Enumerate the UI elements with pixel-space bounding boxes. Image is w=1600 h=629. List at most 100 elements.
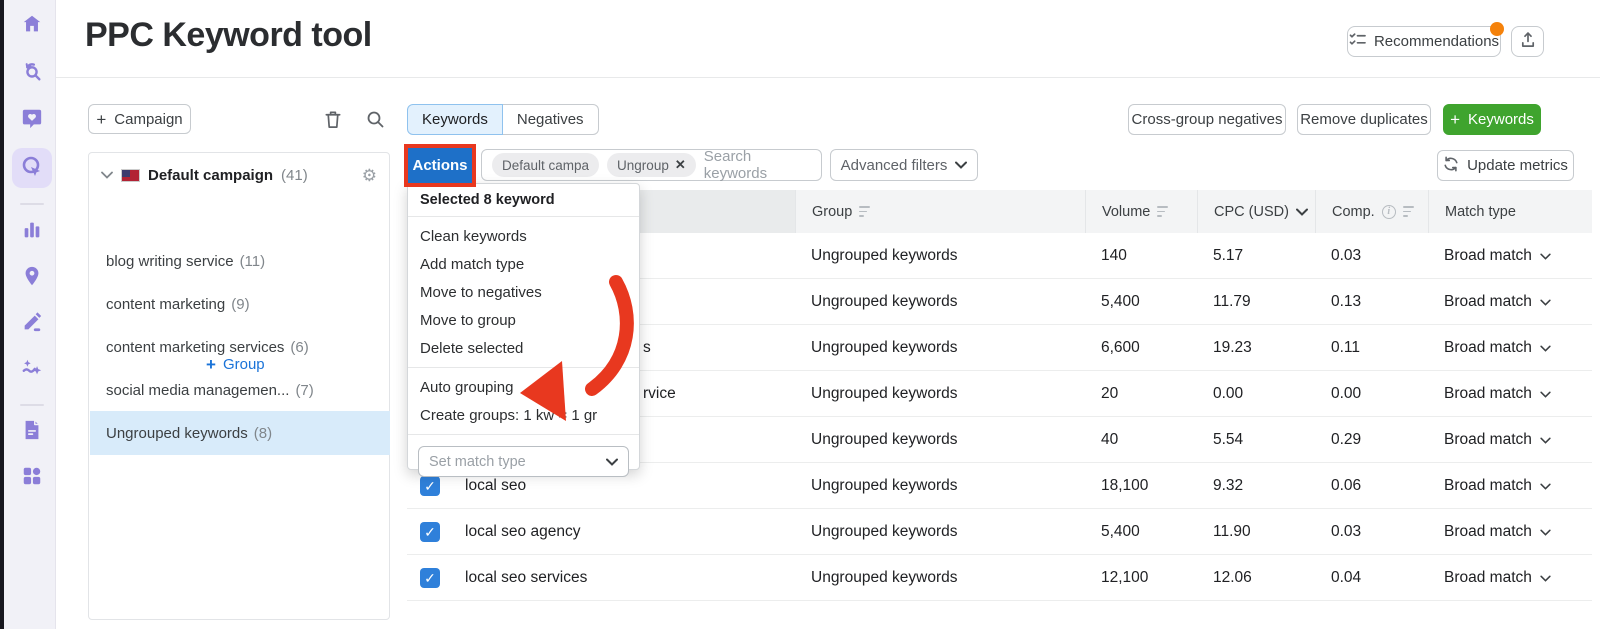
match-type-dropdown[interactable]: Broad match bbox=[1428, 339, 1592, 357]
search-placeholder: Search keywords bbox=[703, 148, 768, 182]
sidebar-divider bbox=[20, 203, 44, 205]
cross-group-negatives-button[interactable]: Cross-group negatives bbox=[1128, 104, 1286, 135]
comp-cell: 0.03 bbox=[1331, 523, 1362, 540]
set-match-type-select[interactable]: Set match type bbox=[418, 446, 629, 477]
add-keywords-label: Keywords bbox=[1468, 111, 1534, 128]
sidebar-divider bbox=[20, 404, 44, 406]
gear-icon[interactable]: ⚙ bbox=[362, 167, 377, 184]
menu-item-create-groups[interactable]: Create groups: 1 kw = 1 gr bbox=[408, 401, 639, 429]
sort-icon[interactable] bbox=[859, 206, 871, 217]
chip-label: Default campa bbox=[502, 157, 590, 173]
column-header-comp[interactable]: Comp. i bbox=[1315, 190, 1428, 233]
search-icon[interactable] bbox=[366, 110, 384, 133]
trash-icon[interactable] bbox=[324, 110, 342, 134]
map-pin-icon bbox=[21, 265, 43, 292]
menu-item-delete-selected[interactable]: Delete selected bbox=[408, 334, 639, 362]
chevron-down-icon[interactable] bbox=[1295, 208, 1308, 216]
remove-chip-icon[interactable]: ✕ bbox=[675, 157, 686, 173]
sort-icon[interactable] bbox=[1157, 206, 1169, 217]
chevron-down-icon bbox=[1540, 253, 1551, 260]
column-header-cpc[interactable]: CPC (USD) bbox=[1197, 190, 1315, 233]
comp-cell: 0.00 bbox=[1331, 385, 1362, 402]
home-icon bbox=[21, 13, 43, 40]
menu-item-auto-grouping[interactable]: Auto grouping bbox=[408, 373, 639, 401]
sidebar-item-apps[interactable] bbox=[12, 458, 52, 498]
sidebar-item-content-editor[interactable] bbox=[12, 304, 52, 344]
cpc-cell: 0.00 bbox=[1213, 385, 1244, 402]
actions-dropdown-menu: Selected 8 keyword Clean keywords Add ma… bbox=[407, 183, 640, 477]
group-item-social-media-management[interactable]: social media managemen... (7) bbox=[90, 368, 390, 412]
match-type-label: Broad match bbox=[1444, 385, 1532, 402]
group-item-blog-writing-service[interactable]: blog writing service (11) bbox=[90, 239, 390, 283]
column-header-match-type[interactable]: Match type bbox=[1428, 190, 1592, 233]
match-type-dropdown[interactable]: Broad match bbox=[1428, 523, 1592, 541]
select-placeholder: Set match type bbox=[429, 453, 526, 470]
keyword-search-input[interactable]: Default campa Ungroup ✕ Search keywords bbox=[481, 148, 822, 182]
match-type-dropdown[interactable]: Broad match bbox=[1428, 385, 1592, 403]
chevron-down-icon bbox=[955, 161, 968, 169]
recommendations-label: Recommendations bbox=[1373, 33, 1500, 50]
bar-chart-icon bbox=[21, 219, 43, 246]
campaign-tree-header[interactable]: Default campaign (41) ⚙ bbox=[89, 153, 389, 197]
sort-icon[interactable] bbox=[1402, 206, 1414, 217]
group-name: content marketing services bbox=[106, 338, 285, 356]
row-checkbox-checked[interactable]: ✓ bbox=[420, 522, 440, 542]
group-count: (7) bbox=[295, 381, 314, 399]
menu-item-move-to-group[interactable]: Move to group bbox=[408, 306, 639, 334]
tab-keywords[interactable]: Keywords bbox=[407, 104, 503, 135]
menu-item-add-match-type[interactable]: Add match type bbox=[408, 250, 639, 278]
match-type-label: Broad match bbox=[1444, 339, 1532, 356]
menu-item-clean-keywords[interactable]: Clean keywords bbox=[408, 222, 639, 250]
update-metrics-button[interactable]: Update metrics bbox=[1437, 150, 1574, 181]
volume-cell: 5,400 bbox=[1101, 523, 1140, 540]
remove-duplicates-button[interactable]: Remove duplicates bbox=[1297, 104, 1431, 135]
column-header-volume[interactable]: Volume bbox=[1085, 190, 1197, 233]
sidebar-item-insights[interactable] bbox=[12, 350, 52, 390]
row-checkbox-checked[interactable]: ✓ bbox=[420, 568, 440, 588]
column-header-group[interactable]: Group bbox=[795, 190, 1085, 233]
sidebar-item-home[interactable] bbox=[12, 6, 52, 46]
advanced-filters-dropdown[interactable]: Advanced filters bbox=[830, 149, 978, 181]
match-type-label: Broad match bbox=[1444, 247, 1532, 264]
volume-cell: 6,600 bbox=[1101, 339, 1140, 356]
menu-item-move-to-negatives[interactable]: Move to negatives bbox=[408, 278, 639, 306]
match-type-label: Broad match bbox=[1444, 523, 1532, 540]
match-type-dropdown[interactable]: Broad match bbox=[1428, 247, 1592, 265]
sidebar-item-rank-tracker[interactable] bbox=[12, 53, 52, 93]
match-type-dropdown[interactable]: Broad match bbox=[1428, 431, 1592, 449]
export-icon bbox=[1520, 31, 1536, 52]
add-campaign-button[interactable]: + Campaign bbox=[88, 104, 191, 134]
add-keywords-button[interactable]: + Keywords bbox=[1443, 104, 1541, 135]
sidebar-item-ppc-tool[interactable] bbox=[12, 148, 52, 188]
comp-cell: 0.29 bbox=[1331, 431, 1362, 448]
chevron-down-icon bbox=[1540, 575, 1551, 582]
recommendations-button[interactable]: Recommendations bbox=[1347, 26, 1501, 57]
refresh-icon bbox=[1443, 156, 1459, 176]
match-type-dropdown[interactable]: Broad match bbox=[1428, 293, 1592, 311]
match-type-dropdown[interactable]: Broad match bbox=[1428, 569, 1592, 587]
filter-chip-campaign[interactable]: Default campa bbox=[492, 153, 600, 177]
report-document-icon bbox=[21, 419, 43, 446]
sidebar-item-feedback[interactable] bbox=[12, 100, 52, 140]
group-item-content-marketing-services[interactable]: content marketing services (6) bbox=[90, 325, 390, 369]
keyword-label: local seo agency bbox=[465, 523, 581, 540]
info-icon[interactable]: i bbox=[1381, 204, 1396, 219]
sidebar-item-analytics[interactable] bbox=[12, 212, 52, 252]
filter-chip-group[interactable]: Ungroup ✕ bbox=[607, 153, 696, 177]
chevron-down-icon[interactable] bbox=[101, 171, 113, 179]
keyword-label: local seo bbox=[465, 477, 527, 494]
group-cell: Ungrouped keywords bbox=[811, 523, 958, 540]
actions-button[interactable]: Actions bbox=[408, 148, 472, 183]
row-checkbox-checked[interactable]: ✓ bbox=[420, 476, 440, 496]
chevron-down-icon bbox=[1540, 437, 1551, 444]
group-item-ungrouped-keywords[interactable]: Ungrouped keywords (8) bbox=[90, 411, 390, 455]
group-item-content-marketing[interactable]: content marketing (9) bbox=[90, 282, 390, 326]
sidebar-item-reports[interactable] bbox=[12, 412, 52, 452]
export-button[interactable] bbox=[1511, 26, 1544, 57]
group-cell: Ungrouped keywords bbox=[811, 385, 958, 402]
group-name: Ungrouped keywords bbox=[106, 424, 248, 442]
match-type-dropdown[interactable]: Broad match bbox=[1428, 477, 1592, 495]
sidebar-item-local-marketing[interactable] bbox=[12, 258, 52, 298]
tab-negatives[interactable]: Negatives bbox=[502, 104, 599, 135]
comp-cell: 0.11 bbox=[1331, 339, 1361, 356]
